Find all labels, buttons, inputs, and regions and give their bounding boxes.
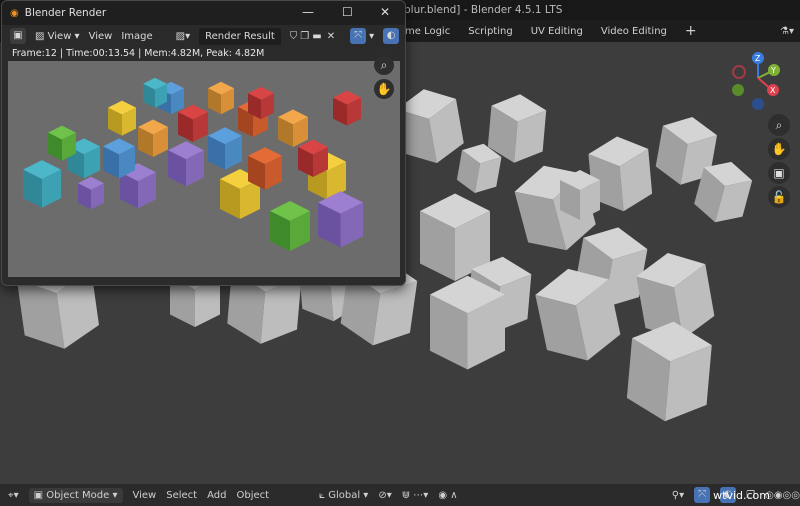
shading-modes-icon[interactable]: ◎◉◎◎ xyxy=(765,490,800,501)
cube xyxy=(138,119,168,157)
zoom-icon[interactable]: ⌕ xyxy=(768,114,790,136)
view-dropdown-label: View xyxy=(47,30,72,42)
navigation-gizmo[interactable]: Z Y X xyxy=(722,50,792,120)
cube xyxy=(208,127,242,170)
tab-scripting[interactable]: Scripting xyxy=(468,26,512,37)
gizmo-x-label: X xyxy=(770,86,776,95)
watermark: wtvid.com xyxy=(713,488,770,502)
render-window-title-bar: ◉ Blender Render — ☐ ✕ xyxy=(2,1,405,25)
app-title: blur.blend] - Blender 4.5.1 LTS xyxy=(404,4,563,16)
render-cubes xyxy=(23,77,363,251)
gizmo-y-label: Y xyxy=(770,66,776,75)
render-pan-hand-icon[interactable]: ✋ xyxy=(374,79,394,99)
menu-select[interactable]: Select xyxy=(166,490,197,501)
cube xyxy=(168,141,204,187)
mode-label: Object Mode xyxy=(46,489,110,501)
cube xyxy=(278,109,308,147)
transform-tool-icon[interactable]: ⌖▾ xyxy=(8,490,19,501)
tab-game-logic[interactable]: me Logic xyxy=(405,26,450,37)
gizmo-toggle-icon[interactable]: ⤧ xyxy=(694,487,711,503)
tab-video-editing[interactable]: Video Editing xyxy=(601,26,667,37)
image-name-field[interactable]: Render Result xyxy=(199,27,281,45)
pivot-icon[interactable]: ⊘▾ xyxy=(378,490,391,501)
gizmo-z-label: Z xyxy=(755,54,761,63)
cube xyxy=(333,90,361,126)
gizmo-dropdown-icon[interactable]: ▾ xyxy=(369,31,374,42)
cube xyxy=(103,138,135,179)
menu-add[interactable]: Add xyxy=(207,490,226,501)
mode-dropdown[interactable]: ▣ Object Mode ▾ xyxy=(28,487,123,503)
cube xyxy=(143,77,167,108)
maximize-button[interactable]: ☐ xyxy=(342,5,353,19)
cube xyxy=(430,275,505,370)
cube xyxy=(626,321,712,422)
orientation-label: Global xyxy=(328,489,361,501)
image-editor-toolbar: ▣ ▨ View ▾ View Image ▨▾ Render Result ⛉… xyxy=(2,25,405,47)
cube xyxy=(270,201,310,251)
render-engine-icon[interactable]: ⚗▾ xyxy=(780,26,794,37)
unlink-image-icon[interactable]: ✕ xyxy=(327,31,335,42)
render-window-title: Blender Render xyxy=(24,7,107,19)
snap-icon[interactable]: ⋓ ⋯▾ xyxy=(402,490,429,501)
menu-view[interactable]: View xyxy=(133,490,157,501)
visibility-icon[interactable]: ⚲▾ xyxy=(672,490,684,501)
fake-user-shield-icon[interactable]: ⛉ xyxy=(290,31,298,42)
cube xyxy=(178,104,208,142)
cube xyxy=(23,160,61,208)
open-folder-icon[interactable]: ▬ xyxy=(312,31,321,42)
cube xyxy=(78,176,104,210)
editor-type-icon[interactable]: ▣ xyxy=(10,28,26,44)
cube xyxy=(560,170,600,220)
cube xyxy=(248,86,274,120)
menu-object[interactable]: Object xyxy=(236,490,269,501)
blender-logo-icon: ◉ xyxy=(10,7,19,19)
duplicate-image-icon[interactable]: ❐ xyxy=(300,31,309,42)
view-dropdown[interactable]: ▨ View ▾ xyxy=(35,31,80,42)
lock-icon[interactable]: 🔓 xyxy=(768,186,790,208)
proportional-edit-icon[interactable]: ◉ ∧ xyxy=(438,490,457,501)
cube xyxy=(108,100,136,136)
minimize-button[interactable]: — xyxy=(302,5,314,19)
render-result-image[interactable] xyxy=(8,61,400,277)
add-workspace-button[interactable]: + xyxy=(685,23,697,39)
close-window-button[interactable]: ✕ xyxy=(380,5,390,19)
viewport-header: ⌖▾ ▣ Object Mode ▾ View Select Add Objec… xyxy=(0,484,800,506)
cube xyxy=(248,147,282,190)
cube xyxy=(318,191,363,248)
render-stats: Frame:12 | Time:00:13.54 | Mem:4.82M, Pe… xyxy=(12,48,265,59)
pan-hand-icon[interactable]: ✋ xyxy=(768,138,790,160)
image-browse-icon[interactable]: ▨▾ xyxy=(176,31,190,42)
cube xyxy=(48,125,76,161)
gizmo-toggle-icon[interactable]: ⤧ xyxy=(350,28,367,44)
render-window: ◉ Blender Render — ☐ ✕ ▣ ▨ View ▾ View I… xyxy=(1,0,406,286)
orientation-dropdown[interactable]: ⟀ Global ▾ xyxy=(319,490,368,501)
camera-icon[interactable]: ▣ xyxy=(768,162,790,184)
menu-image[interactable]: Image xyxy=(121,31,152,42)
menu-view[interactable]: View xyxy=(89,31,113,42)
tab-uv-editing[interactable]: UV Editing xyxy=(531,26,583,37)
overlay-toggle-icon[interactable]: ◐ xyxy=(383,28,400,44)
render-zoom-icon[interactable]: ⌕ xyxy=(374,55,394,75)
cube xyxy=(298,139,328,177)
cube xyxy=(208,81,234,115)
